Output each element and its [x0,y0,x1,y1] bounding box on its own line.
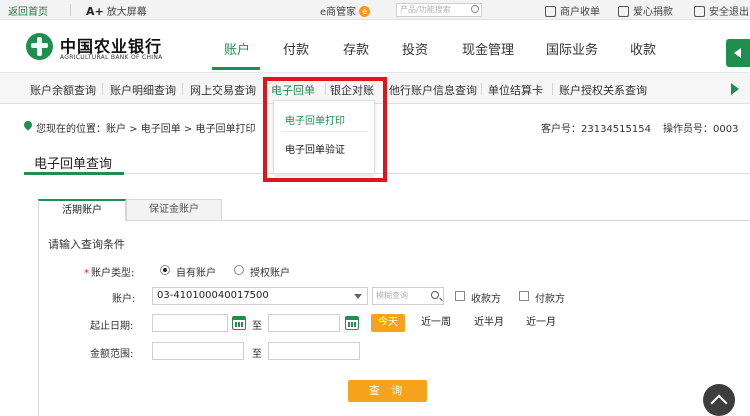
highlight-frame [263,77,387,182]
lock-icon [694,6,705,17]
bank-logo-icon [26,33,53,60]
form-heading: 请输入查询条件 [48,238,125,251]
operator-number: 操作员号：0003 [663,124,739,135]
subnav-authorization-query[interactable]: 账户授权关系查询 [559,82,647,98]
page-title: 电子回单查询 [34,157,113,172]
subnav-detail-query[interactable]: 账户明细查询 [110,82,176,98]
subnav-balance-query[interactable]: 账户余额查询 [30,82,96,98]
calendar-icon[interactable] [345,316,359,330]
header: 中国农业银行 AGRICULTURAL BANK OF CHINA 账户 付款 … [0,21,750,71]
nav-cash-management[interactable]: 现金管理 [462,39,514,58]
divider [102,83,103,95]
date-range-label: 起止日期: [90,321,134,332]
divider [182,83,183,95]
e-manager-link[interactable]: e商管家 e [320,3,371,18]
nav-payment[interactable]: 付款 [283,39,309,58]
fuzzy-search-input[interactable]: 模糊查询 [372,287,444,305]
query-button[interactable]: 查 询 [348,380,427,402]
authorized-account-radio[interactable] [234,265,244,275]
amount-to-label: 至 [252,349,262,360]
payee-checkbox[interactable] [455,291,465,301]
half-month-button[interactable]: 近半月 [467,314,511,332]
location-pin-icon [22,119,34,131]
payer-checkbox[interactable] [519,291,529,301]
divider [481,83,482,95]
amount-range-label: 金额范围: [90,349,134,360]
last-week-button[interactable]: 近一周 [414,314,458,332]
last-month-button[interactable]: 近一月 [519,314,563,332]
title-underline [24,172,124,175]
calendar-icon[interactable] [232,316,246,330]
nav-collection[interactable]: 收款 [630,39,656,58]
breadcrumb: 您现在的位置：账户 > 电子回单 > 电子回单打印 [36,124,256,135]
subnav-online-trade-query[interactable]: 网上交易查询 [190,82,256,98]
own-account-radio[interactable] [160,265,170,275]
logout-link[interactable]: 安全退出 [694,3,749,18]
divider [552,83,553,95]
account-type-label: * 账户类型: [84,268,135,279]
merchant-icon [545,6,556,17]
nav-account[interactable]: 账户 [224,39,250,58]
payer-label[interactable]: 付款方 [535,290,565,305]
active-nav-indicator [212,67,260,70]
account-select[interactable]: 03-410100040017500 [152,287,368,305]
own-account-label[interactable]: 自有账户 [176,264,216,279]
e-manager-icon: e [359,6,371,17]
collapse-arrow-icon[interactable] [726,39,750,67]
top-utility-bar: 返回首页 A+ 放大屏幕 e商管家 e 产品/功能搜索 商户收单 爱心捐款 安全退出 [0,0,750,20]
home-link[interactable]: 返回首页 [8,3,48,18]
account-label: 账户: [112,294,136,305]
date-to-label: 至 [252,321,262,332]
customer-number: 客户号：23134515154 [541,124,651,135]
subnav-next-icon[interactable] [731,83,739,95]
search-icon[interactable] [471,5,479,13]
divider [70,4,71,16]
search-icon[interactable] [431,291,439,299]
zoom-icon: A+ [86,5,104,18]
tab-current-account[interactable]: 活期账户 [38,199,126,221]
subnav-settlement-card[interactable]: 单位结算卡 [488,82,543,98]
donate-icon [618,6,629,17]
top-search-input[interactable]: 产品/功能搜索 [396,3,482,17]
tab-margin-account[interactable]: 保证金账户 [126,199,222,221]
bank-name-en: AGRICULTURAL BANK OF CHINA [60,54,163,61]
min-amount-input[interactable] [152,342,244,360]
max-amount-input[interactable] [268,342,360,360]
end-date-input[interactable] [268,314,340,332]
start-date-input[interactable] [152,314,228,332]
subnav-other-bank-query[interactable]: 他行账户信息查询 [389,82,477,98]
scroll-to-top-icon[interactable] [703,384,735,416]
donate-link[interactable]: 爱心捐款 [618,3,673,18]
merchant-link[interactable]: 商户收单 [545,3,600,18]
chevron-down-icon[interactable] [354,294,362,299]
nav-deposit[interactable]: 存款 [343,39,369,58]
nav-investment[interactable]: 投资 [402,39,428,58]
payee-label[interactable]: 收款方 [471,290,501,305]
nav-international[interactable]: 国际业务 [546,39,598,58]
today-button[interactable]: 今天 [371,314,405,332]
title-divider [24,173,750,174]
zoom-screen-button[interactable]: A+ 放大屏幕 [86,3,147,18]
authorized-account-label[interactable]: 授权账户 [250,264,290,279]
